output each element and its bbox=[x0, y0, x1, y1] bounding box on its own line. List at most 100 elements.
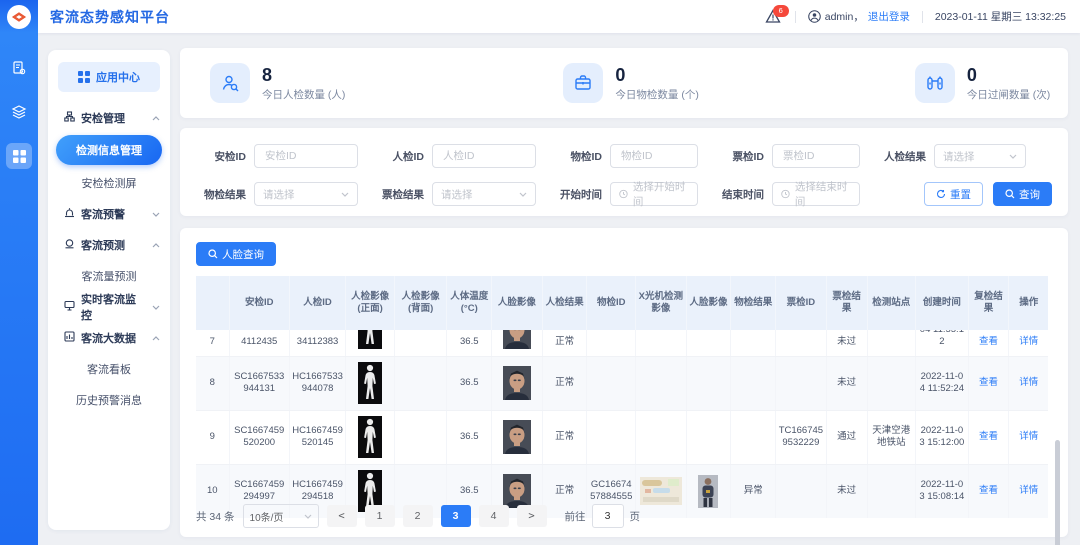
action-link[interactable]: 详情 bbox=[1019, 431, 1038, 442]
wujian-id-input[interactable] bbox=[619, 149, 689, 163]
action-cell: 详情 bbox=[1009, 330, 1048, 356]
clock-icon bbox=[619, 189, 628, 199]
sidebar-item-安检检测屏[interactable]: 安检检测屏 bbox=[48, 167, 170, 198]
end-time-picker[interactable]: 选择结束时间 bbox=[772, 182, 860, 206]
table-cell bbox=[686, 410, 731, 464]
forecast-icon bbox=[64, 238, 75, 252]
action-link[interactable]: 查看 bbox=[979, 431, 998, 442]
apps-icon[interactable] bbox=[6, 143, 32, 169]
logout-link[interactable]: 退出登录 bbox=[868, 9, 910, 24]
wujian-result-select[interactable]: 请选择 bbox=[254, 182, 358, 206]
alarm-badge: 6 bbox=[773, 5, 789, 17]
sidebar-group-客流预测[interactable]: 客流预测 bbox=[48, 229, 170, 260]
column-header: 票检结果 bbox=[826, 276, 867, 330]
doc-gear-icon[interactable] bbox=[6, 55, 32, 81]
table-cell: 36.5 bbox=[447, 356, 492, 410]
refresh-icon bbox=[936, 189, 946, 199]
body-scan-image bbox=[358, 362, 382, 404]
page-button-3-active[interactable]: 3 bbox=[441, 505, 471, 527]
table-body: 741124353411238336.5正常未过04 11:55:12查看详情8… bbox=[196, 330, 1048, 518]
table-cell: 9 bbox=[196, 410, 229, 464]
column-header: 操作 bbox=[1009, 276, 1048, 330]
goto-page: 前往 页 bbox=[565, 504, 641, 528]
action-link[interactable]: 查看 bbox=[979, 485, 998, 496]
table-cell bbox=[731, 356, 776, 410]
filter-label: 结束时间 bbox=[714, 187, 764, 202]
page-button-1[interactable]: 1 bbox=[365, 505, 395, 527]
renjian-result-select[interactable]: 请选择 bbox=[934, 144, 1026, 168]
grid-icon bbox=[78, 71, 90, 83]
face-search-button[interactable]: 人脸查询 bbox=[196, 242, 276, 266]
body-scan-cell bbox=[346, 410, 395, 464]
table-cell bbox=[776, 356, 827, 410]
table-body-viewport[interactable]: 741124353411238336.5正常未过04 11:55:12查看详情8… bbox=[196, 330, 1048, 518]
action-link[interactable]: 查看 bbox=[979, 377, 998, 388]
column-header bbox=[196, 276, 229, 330]
layers-icon[interactable] bbox=[6, 99, 32, 125]
alarm-icon bbox=[64, 207, 75, 221]
sidebar-item-检测信息管理[interactable]: 检测信息管理 bbox=[56, 135, 162, 165]
chevron-down-icon bbox=[519, 192, 527, 197]
sidebar-app-center[interactable]: 应用中心 bbox=[58, 62, 160, 92]
table-cell bbox=[636, 356, 687, 410]
goto-page-input[interactable] bbox=[592, 504, 624, 528]
table-cell: 2022-11-03 15:12:00 bbox=[916, 410, 969, 464]
page-button-2[interactable]: 2 bbox=[403, 505, 433, 527]
sidebar-item-历史预警消息[interactable]: 历史预警消息 bbox=[48, 384, 170, 415]
column-header: 人检影像(正面) bbox=[346, 276, 395, 330]
piaojian-result-select[interactable]: 请选择 bbox=[432, 182, 536, 206]
sidebar-group-安检管理[interactable]: 安检管理 bbox=[48, 102, 170, 133]
action-link[interactable]: 查看 bbox=[979, 336, 998, 347]
chevron-up-icon bbox=[152, 332, 160, 344]
page-title: 客流态势感知平台 bbox=[50, 7, 170, 27]
top-bar: 客流态势感知平台 6 admin， 退出登录 2023-01-11 星期三 13… bbox=[38, 0, 1080, 33]
table-cell: 4112435 bbox=[229, 330, 289, 356]
piaojian-id-input[interactable] bbox=[781, 149, 851, 163]
stats-card: 8 今日人检数量 (人) 0 今日物检数量 (个) 0 今日过闸数量 (次) bbox=[180, 48, 1068, 118]
table-cell: 未过 bbox=[826, 330, 867, 356]
reset-button[interactable]: 重置 bbox=[924, 182, 983, 206]
sidebar-item-客流量预测[interactable]: 客流量预测 bbox=[48, 260, 170, 291]
company-logo bbox=[7, 5, 31, 29]
table-cell bbox=[636, 410, 687, 464]
chevron-up-icon bbox=[152, 239, 160, 251]
prev-page-button[interactable]: < bbox=[327, 505, 357, 527]
table-cell bbox=[394, 330, 447, 356]
icon-rail bbox=[0, 33, 38, 545]
filter-piaojian-id: 票检ID bbox=[714, 144, 860, 168]
search-icon bbox=[208, 249, 218, 259]
anjian-id-input[interactable] bbox=[263, 149, 349, 163]
briefcase-icon bbox=[563, 63, 603, 103]
filter-piaojian-result: 票检结果 请选择 bbox=[374, 182, 536, 206]
start-time-picker[interactable]: 选择开始时间 bbox=[610, 182, 698, 206]
filter-wujian-result: 物检结果 请选择 bbox=[196, 182, 358, 206]
column-header: 人检结果 bbox=[542, 276, 587, 330]
body-scan-cell bbox=[346, 330, 395, 356]
search-button[interactable]: 查询 bbox=[993, 182, 1052, 206]
sidebar-group-客流大数据[interactable]: 客流大数据 bbox=[48, 322, 170, 353]
column-header: 创建时间 bbox=[916, 276, 969, 330]
sidebar-group-实时客流监控[interactable]: 实时客流监控 bbox=[48, 291, 170, 322]
divider bbox=[795, 11, 796, 23]
page-button-4[interactable]: 4 bbox=[479, 505, 509, 527]
table-cell: 正常 bbox=[542, 410, 587, 464]
table-cell bbox=[636, 330, 687, 356]
alarm-icon[interactable]: 6 bbox=[765, 9, 783, 25]
sidebar-item-客流看板[interactable]: 客流看板 bbox=[48, 353, 170, 384]
user-menu[interactable]: admin， 退出登录 bbox=[808, 9, 910, 24]
table-cell: 通过 bbox=[826, 410, 867, 464]
action-link[interactable]: 详情 bbox=[1019, 377, 1038, 388]
table-cell bbox=[686, 356, 731, 410]
table-cell bbox=[587, 356, 636, 410]
page-size-select[interactable]: 10条/页 bbox=[243, 504, 319, 528]
next-page-button[interactable]: > bbox=[517, 505, 547, 527]
sidebar-group-客流预警[interactable]: 客流预警 bbox=[48, 198, 170, 229]
vertical-scrollbar[interactable] bbox=[1055, 440, 1060, 545]
action-link[interactable]: 详情 bbox=[1019, 336, 1038, 347]
action-link[interactable]: 详情 bbox=[1019, 485, 1038, 496]
renjian-id-input[interactable] bbox=[441, 149, 527, 163]
chevron-down-icon bbox=[152, 301, 160, 313]
chevron-down-icon bbox=[1009, 154, 1017, 159]
table-cell: 未过 bbox=[826, 356, 867, 410]
filter-label: 开始时间 bbox=[552, 187, 602, 202]
